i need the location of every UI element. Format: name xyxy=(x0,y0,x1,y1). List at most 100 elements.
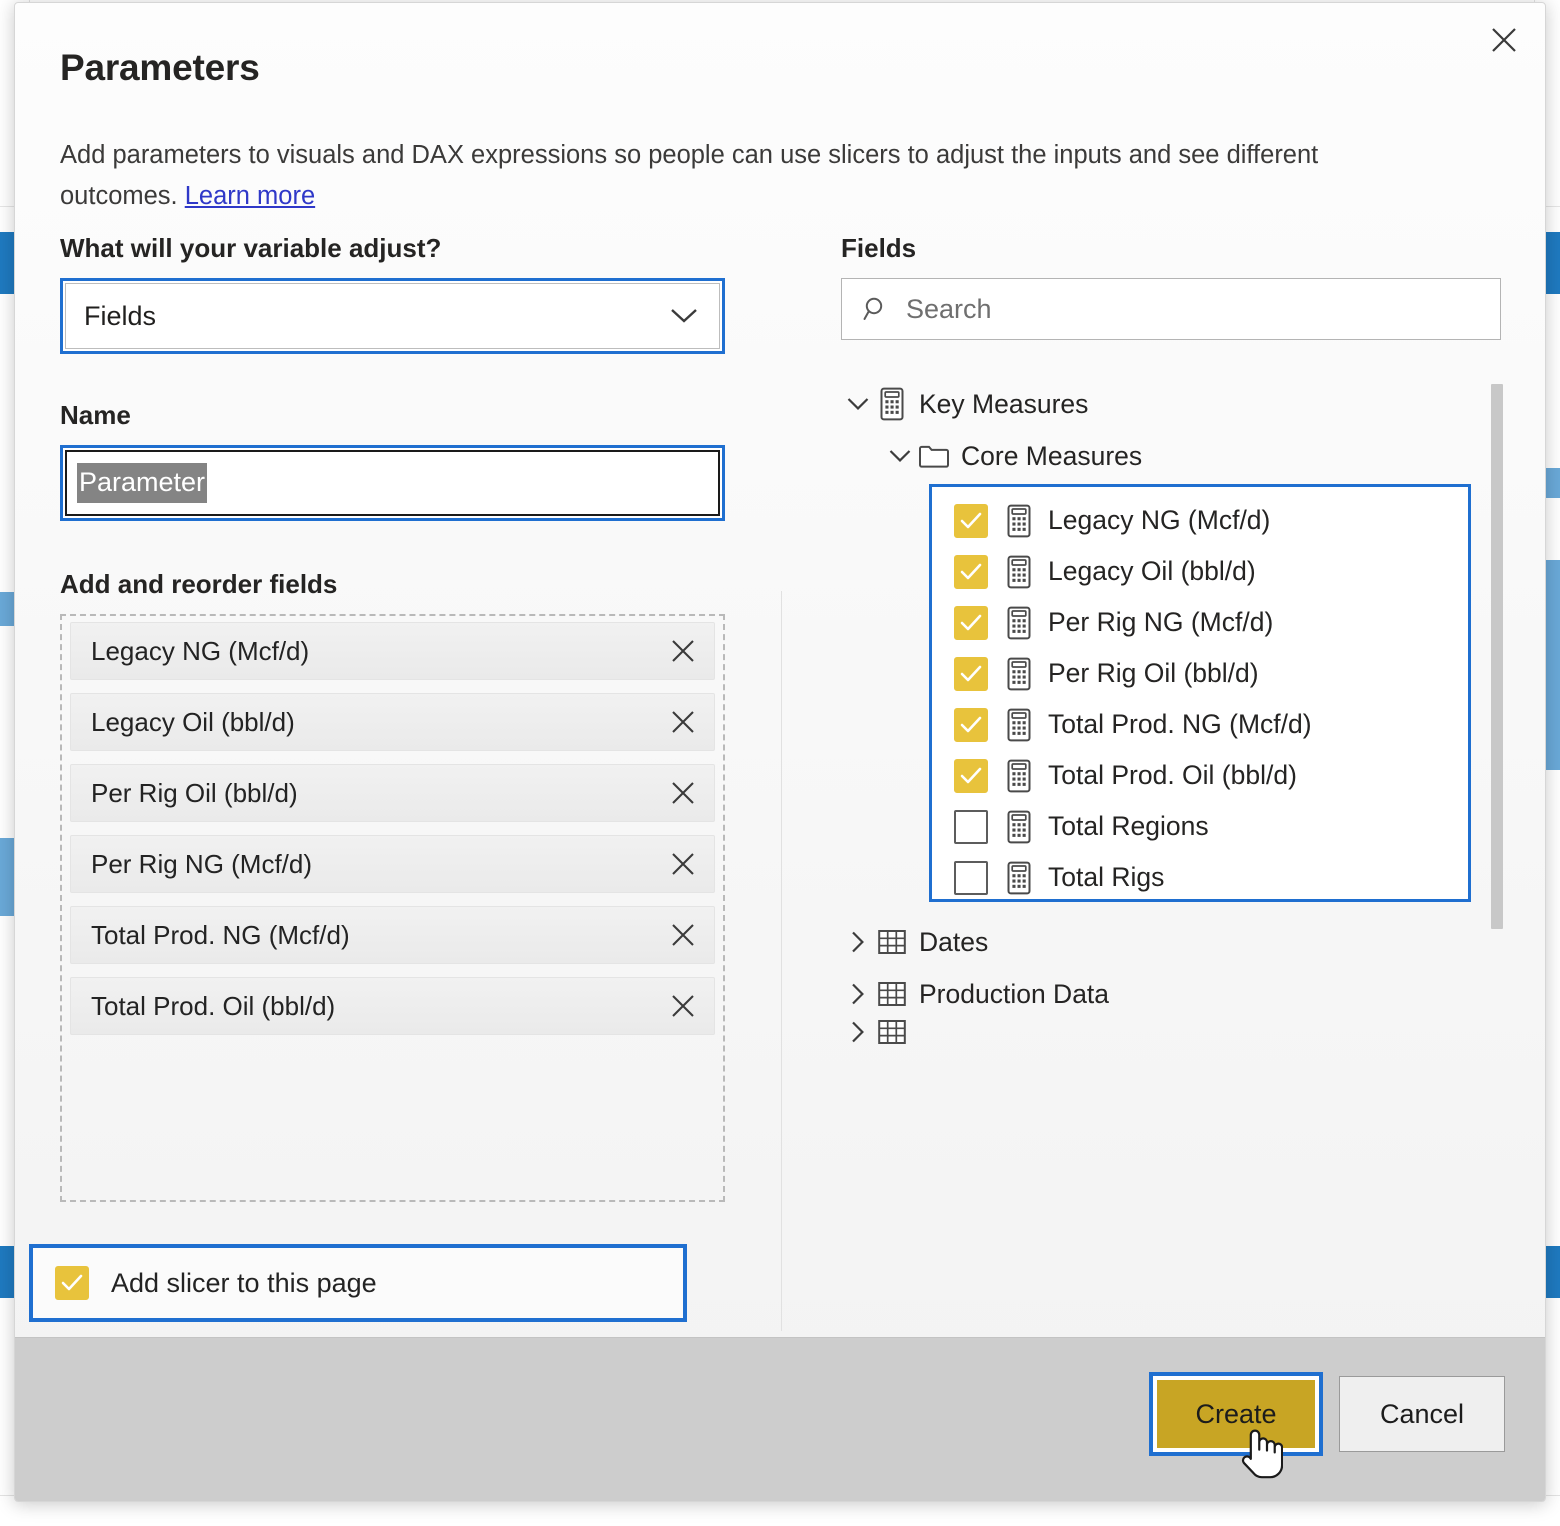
cancel-button[interactable]: Cancel xyxy=(1339,1376,1505,1452)
parameters-dialog: Parameters Add parameters to visuals and… xyxy=(14,2,1546,1502)
fields-tree-table-node[interactable]: Production Data xyxy=(841,968,1501,1020)
close-icon xyxy=(672,782,694,804)
calculator-icon xyxy=(1004,810,1034,844)
chevron-right-icon xyxy=(852,931,864,953)
fields-panel-label: Fields xyxy=(841,233,917,263)
add-slicer-checkbox[interactable]: Add slicer to this page xyxy=(29,1244,687,1322)
calculator-icon xyxy=(1007,708,1031,741)
reorder-field-label: Per Rig Oil (bbl/d) xyxy=(91,777,298,808)
table-icon xyxy=(875,928,909,956)
measure-list-item[interactable]: Total Prod. NG (Mcf/d) xyxy=(932,699,1468,750)
fields-tree-top-nodes: Key Measures Core Measures xyxy=(841,378,1501,482)
fields-tree-table-node-clipped[interactable] xyxy=(841,1020,1501,1044)
close-icon xyxy=(672,640,694,662)
tree-expand-toggle[interactable] xyxy=(841,1020,875,1044)
tree-expand-toggle[interactable] xyxy=(841,930,875,954)
variable-type-value: Fields xyxy=(84,300,157,331)
search-icon xyxy=(862,295,890,323)
calculator-icon xyxy=(1007,759,1031,792)
measure-list-item[interactable]: Total Prod. Oil (bbl/d) xyxy=(932,750,1468,801)
remove-field-button[interactable] xyxy=(652,907,714,963)
measure-label: Legacy Oil (bbl/d) xyxy=(1048,556,1256,586)
reorder-field-label: Legacy Oil (bbl/d) xyxy=(91,706,295,737)
variable-type-dropdown[interactable]: Fields xyxy=(65,283,720,349)
fields-search-box[interactable] xyxy=(841,278,1501,340)
table-icon xyxy=(875,1020,909,1044)
checkbox-unchecked-icon xyxy=(954,860,988,895)
close-button[interactable] xyxy=(1477,13,1531,67)
remove-field-button[interactable] xyxy=(652,765,714,821)
left-panel: What will your variable adjust? Fields N… xyxy=(60,233,760,1202)
tree-expand-toggle[interactable] xyxy=(841,396,875,412)
measure-label: Total Prod. Oil (bbl/d) xyxy=(1048,760,1297,790)
measure-list-item[interactable]: Total Regions xyxy=(932,801,1468,852)
calculator-icon xyxy=(1004,861,1034,895)
chevron-right-icon xyxy=(852,1021,864,1043)
search-input[interactable] xyxy=(904,292,1500,326)
calculator-icon xyxy=(1004,759,1034,793)
measure-list-item[interactable]: Total Rigs xyxy=(932,852,1468,903)
checkbox-checked-icon xyxy=(954,503,988,538)
close-icon xyxy=(672,995,694,1017)
table-icon xyxy=(875,980,909,1008)
table-icon xyxy=(878,930,906,954)
measure-list-item[interactable]: Per Rig Oil (bbl/d) xyxy=(932,648,1468,699)
tree-expand-toggle[interactable] xyxy=(841,982,875,1006)
checkbox-checked-icon xyxy=(954,605,988,640)
reorder-field-item[interactable]: Legacy NG (Mcf/d) xyxy=(70,622,715,680)
create-button[interactable]: Create xyxy=(1157,1380,1315,1448)
fields-tree-node[interactable]: Key Measures xyxy=(841,378,1501,430)
fields-tree-scroll-thumb[interactable] xyxy=(1491,384,1503,929)
remove-field-button[interactable] xyxy=(652,978,714,1034)
name-input[interactable]: Parameter xyxy=(65,450,720,516)
remove-field-button[interactable] xyxy=(652,836,714,892)
fields-tree-table-node[interactable]: Dates xyxy=(841,916,1501,968)
reorder-field-item[interactable]: Total Prod. Oil (bbl/d) xyxy=(70,977,715,1035)
calculator-icon xyxy=(1007,504,1031,537)
add-slicer-label: Add slicer to this page xyxy=(111,1267,377,1298)
folder-icon xyxy=(917,443,951,469)
measure-label: Per Rig Oil (bbl/d) xyxy=(1048,658,1259,688)
checkbox-checked-icon xyxy=(954,758,988,793)
close-icon xyxy=(1492,28,1516,52)
reorder-field-item[interactable]: Per Rig NG (Mcf/d) xyxy=(70,835,715,893)
chevron-down-icon xyxy=(889,450,911,462)
measure-list-item[interactable]: Legacy Oil (bbl/d) xyxy=(932,546,1468,597)
reorder-fields-label: Add and reorder fields xyxy=(60,569,338,599)
fields-tree-table-label: Production Data xyxy=(919,978,1110,1009)
variable-type-label: What will your variable adjust? xyxy=(60,233,442,263)
measure-label: Total Prod. NG (Mcf/d) xyxy=(1048,709,1312,739)
calculator-icon xyxy=(1004,606,1034,640)
calculator-icon xyxy=(1007,606,1031,639)
fields-tree-table-label: Dates xyxy=(919,926,989,957)
measure-list-item[interactable]: Per Rig NG (Mcf/d) xyxy=(932,597,1468,648)
close-icon xyxy=(672,853,694,875)
folder-icon xyxy=(919,445,949,468)
checkbox-unchecked-icon xyxy=(954,809,988,844)
reorder-fields-dropzone[interactable]: Legacy NG (Mcf/d) Legacy Oil (bbl/d) Per R… xyxy=(60,614,725,1202)
calculator-icon xyxy=(1007,555,1031,588)
fields-tree-node[interactable]: Core Measures xyxy=(841,430,1501,482)
remove-field-button[interactable] xyxy=(652,694,714,750)
fields-tree-node-label: Key Measures xyxy=(919,388,1089,419)
fields-tree-scrollbar[interactable] xyxy=(1491,378,1503,978)
create-button-focus-ring: Create xyxy=(1149,1372,1323,1456)
remove-field-button[interactable] xyxy=(652,623,714,679)
background-chart-bar xyxy=(1544,468,1560,498)
tree-expand-toggle[interactable] xyxy=(883,448,917,464)
measure-table-icon xyxy=(875,387,909,421)
page-title: Parameters xyxy=(60,47,260,88)
measure-label: Total Rigs xyxy=(1048,862,1165,892)
reorder-field-item[interactable]: Per Rig Oil (bbl/d) xyxy=(70,764,715,822)
checkbox-checked-icon xyxy=(954,707,988,742)
reorder-field-item[interactable]: Total Prod. NG (Mcf/d) xyxy=(70,906,715,964)
calculator-icon xyxy=(1004,708,1034,742)
reorder-field-label: Total Prod. NG (Mcf/d) xyxy=(91,919,350,950)
reorder-field-item[interactable]: Legacy Oil (bbl/d) xyxy=(70,693,715,751)
learn-more-link[interactable]: Learn more xyxy=(185,182,315,210)
background-chart-bar xyxy=(1544,232,1560,294)
dialog-footer: Create Cancel xyxy=(15,1337,1545,1501)
reorder-field-label: Legacy NG (Mcf/d) xyxy=(91,635,310,666)
background-chart-bar xyxy=(1544,560,1560,770)
measure-list-item[interactable]: Legacy NG (Mcf/d) xyxy=(932,495,1468,546)
